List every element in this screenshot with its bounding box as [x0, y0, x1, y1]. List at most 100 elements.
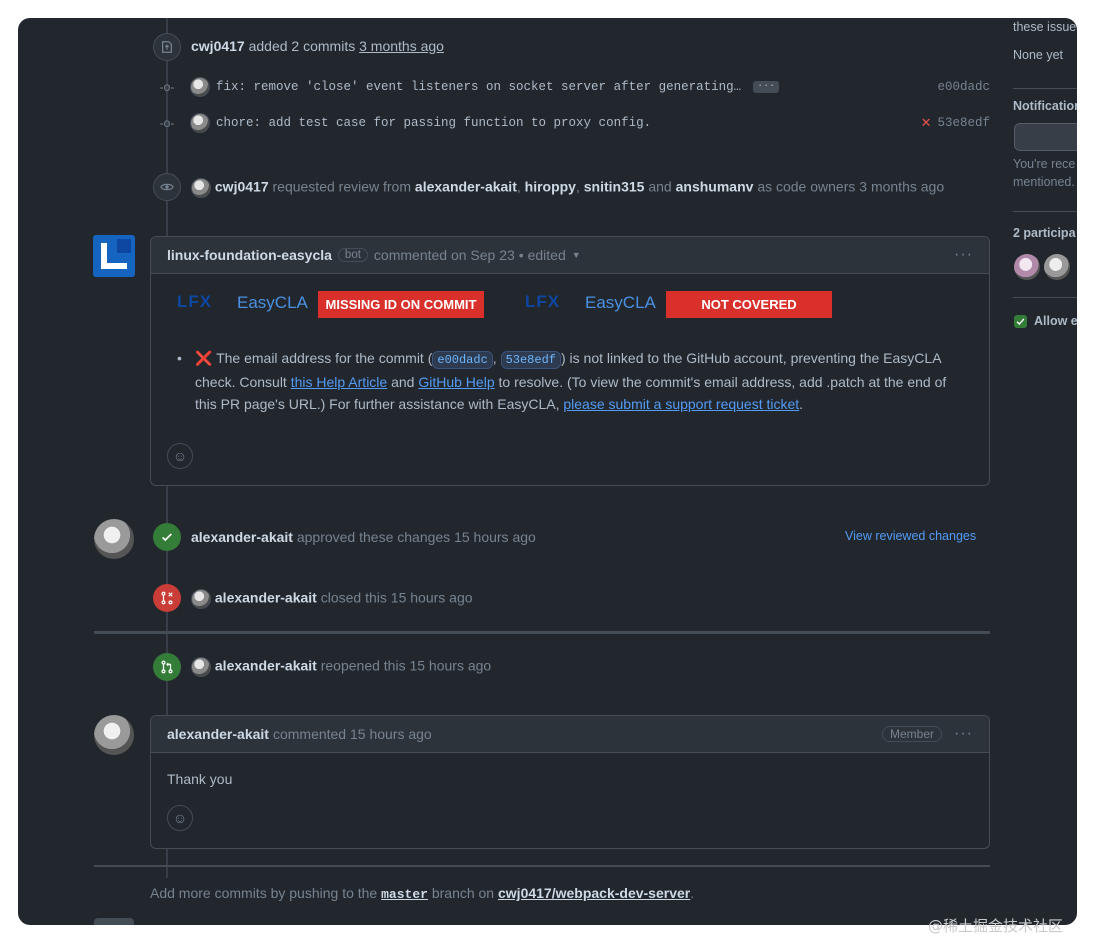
comment-time[interactable]: commented on Sep 23: [374, 247, 515, 263]
footer-text: .: [690, 885, 695, 901]
member-comment: alexander-akait commented 15 hours ago M…: [150, 715, 990, 849]
commits-event-time[interactable]: 3 months ago: [359, 38, 444, 54]
add-reaction-button[interactable]: ☺: [167, 805, 193, 831]
avatar[interactable]: [191, 178, 211, 198]
commit-row-2: -o- chore: add test case for passing fun…: [158, 112, 990, 134]
reviewer-link[interactable]: hiroppy: [525, 179, 576, 195]
view-reviewed-changes-link[interactable]: View reviewed changes: [845, 529, 976, 543]
commit-sha[interactable]: e00dadc: [937, 80, 990, 94]
smiley-icon: ☺: [172, 448, 188, 464]
repo-link[interactable]: cwj0417/webpack-dev-server: [498, 885, 690, 901]
github-help-link[interactable]: GitHub Help: [418, 374, 494, 390]
cla-text: check. Consult: [195, 374, 287, 390]
avatar: [94, 918, 134, 925]
avatar[interactable]: [190, 77, 210, 97]
commit-message[interactable]: chore: add test case for passing functio…: [216, 116, 651, 130]
approval-actor[interactable]: alexander-akait: [191, 529, 293, 545]
closed-time[interactable]: 15 hours ago: [391, 590, 473, 606]
notifications-title: Notification: [1013, 99, 1077, 113]
watermark: @稀土掘金技术社区: [928, 917, 1064, 935]
closed-text: closed this: [320, 589, 387, 606]
cla-text: ) is not linked to the GitHub account, p…: [561, 350, 941, 366]
notifications-text-line-1: You're rece: [1013, 157, 1076, 171]
allow-edits-label: Allow e: [1034, 314, 1077, 328]
allow-edits-checkbox[interactable]: [1014, 315, 1027, 328]
comment-time[interactable]: commented 15 hours ago: [273, 726, 432, 742]
participant-avatar[interactable]: [1044, 254, 1070, 280]
avatar[interactable]: [190, 113, 210, 133]
easycla-comment-header: linux-foundation-easycla bot commented o…: [151, 237, 989, 274]
footer-text: Add more commits by pushing to the: [150, 885, 378, 901]
commit-more-button[interactable]: ···: [753, 81, 780, 93]
avatar[interactable]: [94, 715, 134, 755]
commit-node-icon: -o-: [159, 80, 175, 94]
cla-message: • ❌ The email address for the commit (e0…: [177, 350, 947, 412]
timeline-end-divider: [94, 865, 990, 867]
reopened-time[interactable]: 15 hours ago: [409, 658, 491, 674]
lfx-logo-1: LFX: [177, 292, 213, 311]
sidebar-divider: [1013, 211, 1077, 212]
avatar[interactable]: [191, 657, 211, 677]
commits-event-actor[interactable]: cwj0417: [191, 38, 245, 54]
commit-row-1: -o- fix: remove 'close' event listeners …: [158, 76, 990, 98]
comment-author[interactable]: linux-foundation-easycla: [167, 247, 332, 263]
comment-menu-button[interactable]: ···: [954, 725, 973, 743]
easycla-bot-avatar[interactable]: [93, 235, 135, 277]
reopened-actor[interactable]: alexander-akait: [215, 658, 317, 674]
participant-avatar[interactable]: [1014, 254, 1040, 280]
branch-link[interactable]: master: [381, 887, 428, 902]
closed-actor[interactable]: alexander-akait: [215, 590, 317, 606]
review-request-suffix: as code owners: [757, 178, 856, 195]
check-icon: [153, 523, 181, 551]
comment-author[interactable]: alexander-akait: [167, 726, 269, 742]
reopened-line: alexander-akait reopened this 15 hours a…: [191, 657, 491, 677]
sidebar-divider: [1013, 297, 1077, 298]
closed-line: alexander-akait closed this 15 hours ago: [191, 589, 473, 609]
not-covered-badge[interactable]: NOT COVERED: [666, 291, 832, 318]
sidebar-divider: [1013, 88, 1077, 89]
review-request-actor[interactable]: cwj0417: [215, 179, 269, 195]
easycla-logo-text: EasyCLA: [237, 293, 308, 312]
cross-mark-icon: ❌: [195, 350, 213, 366]
easycla-comment: linux-foundation-easycla bot commented o…: [150, 236, 990, 486]
reopened-text: reopened this: [320, 657, 406, 674]
sidebar-issues-text: these issue: [1013, 20, 1077, 34]
commit-failed-icon[interactable]: ✕: [921, 115, 932, 131]
footer-hint: Add more commits by pushing to the maste…: [150, 885, 694, 902]
reviewer-link[interactable]: alexander-akait: [415, 179, 517, 195]
cla-text: The email address for the commit (: [216, 350, 433, 366]
commit-sha-link[interactable]: e00dadc: [432, 351, 493, 369]
review-request-text: requested review from: [272, 178, 412, 195]
comment-menu-button[interactable]: ···: [954, 246, 973, 264]
approval-line: alexander-akait approved these changes 1…: [191, 529, 536, 545]
cla-text: and: [391, 374, 415, 390]
commits-event-line: cwj0417 added 2 commits 3 months ago: [191, 38, 444, 54]
commits-event-action: added 2 commits: [248, 38, 356, 54]
cla-text: ,: [492, 350, 497, 366]
chevron-down-icon[interactable]: ▼: [572, 250, 581, 260]
notifications-subscribe-button[interactable]: [1014, 123, 1077, 151]
smiley-icon: ☺: [172, 810, 188, 826]
add-reaction-button[interactable]: ☺: [167, 443, 193, 469]
commit-message[interactable]: fix: remove 'close' event listeners on s…: [216, 80, 741, 94]
pr-timeline-window: cwj0417 added 2 commits 3 months ago -o-…: [18, 18, 1077, 925]
avatar[interactable]: [191, 589, 211, 609]
review-request-time[interactable]: 3 months ago: [859, 179, 944, 195]
participants-title: 2 participa: [1013, 226, 1076, 240]
reviewer-link[interactable]: snitin315: [584, 179, 645, 195]
commit-sha[interactable]: 53e8edf: [937, 116, 990, 130]
support-ticket-link[interactable]: please submit a support request ticket: [563, 396, 799, 412]
reviewer-link[interactable]: anshumanv: [676, 179, 754, 195]
pr-closed-icon: [153, 584, 181, 612]
help-article-link[interactable]: this Help Article: [291, 374, 387, 390]
easycla-logo-text: EasyCLA: [585, 293, 656, 312]
avatar[interactable]: [94, 519, 134, 559]
bot-badge: bot: [337, 248, 368, 262]
notifications-text-line-2: mentioned.: [1013, 175, 1075, 189]
member-badge: Member: [882, 726, 943, 742]
edited-dropdown[interactable]: • edited: [519, 247, 566, 263]
cla-text: .: [799, 396, 804, 412]
approval-time[interactable]: 15 hours ago: [454, 529, 536, 545]
missing-id-badge[interactable]: MISSING ID ON COMMIT: [318, 291, 484, 318]
commit-sha-link[interactable]: 53e8edf: [500, 351, 561, 369]
